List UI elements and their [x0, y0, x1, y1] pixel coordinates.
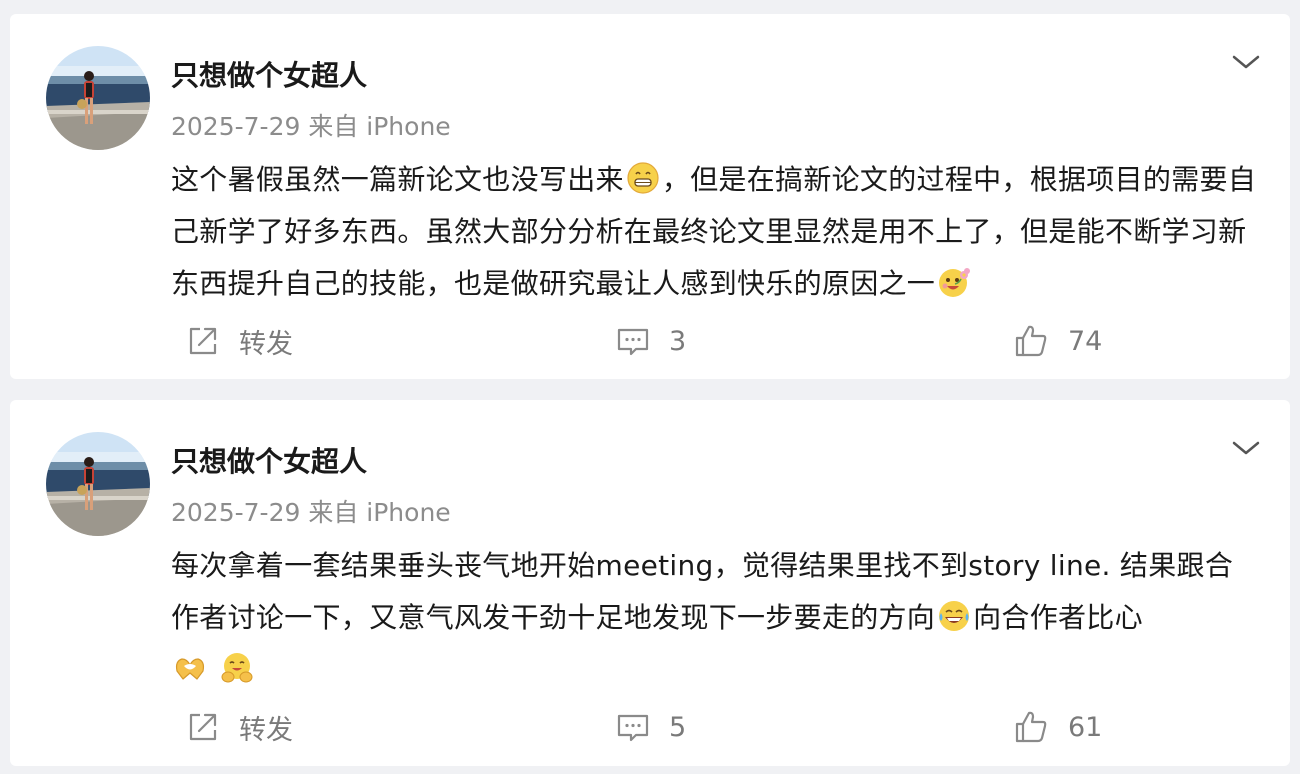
- avatar[interactable]: [46, 432, 150, 536]
- like-button[interactable]: 61: [1012, 705, 1102, 749]
- like-count: 61: [1068, 711, 1103, 743]
- hug-emoji: [221, 653, 253, 683]
- comment-count: 5: [669, 711, 687, 743]
- post-card: 只想做个女超人 2025-7-29 来自 iPhone 这个暑假虽然一篇新论文也…: [10, 14, 1290, 379]
- thumbs-up-icon: [1015, 711, 1047, 743]
- thumbs-up-icon: [1015, 325, 1047, 357]
- action-bar: 转发 5 61: [10, 705, 1290, 755]
- like-count: 74: [1068, 325, 1103, 357]
- tears-of-joy-emoji: [939, 601, 970, 631]
- post-card: 只想做个女超人 2025-7-29 来自 iPhone 每次拿着一套结果垂头丧气…: [10, 400, 1290, 766]
- avatar-photo: [46, 46, 150, 150]
- comment-button[interactable]: 3: [615, 319, 686, 363]
- username[interactable]: 只想做个女超人: [171, 440, 367, 480]
- post-meta: 2025-7-29 来自 iPhone: [171, 498, 451, 527]
- avatar[interactable]: [46, 46, 150, 150]
- username[interactable]: 只想做个女超人: [171, 54, 367, 94]
- avatar-photo: [46, 432, 150, 536]
- chevron-down-icon[interactable]: [1230, 46, 1262, 78]
- post-meta: 2025-7-29 来自 iPhone: [171, 112, 451, 141]
- post-text-part: 这个暑假虽然一篇新论文也没写出来: [171, 163, 624, 196]
- comment-button[interactable]: 5: [615, 705, 686, 749]
- repost-button[interactable]: 转发: [185, 705, 293, 749]
- post-text-part: [209, 653, 218, 686]
- comment-count: 3: [669, 325, 687, 357]
- comment-icon: [617, 328, 649, 356]
- happy-flower-emoji: [939, 268, 971, 297]
- comment-icon: [617, 714, 649, 742]
- post-text: 这个暑假虽然一篇新论文也没写出来 ，但是在搞新论文的过程中，根据项目的需要自己新…: [171, 154, 1261, 310]
- repost-label: 转发: [239, 328, 293, 360]
- post-text-part: 向合作者比心: [973, 601, 1143, 634]
- repost-button[interactable]: 转发: [185, 319, 293, 363]
- grin-sweat-emoji: [627, 162, 659, 194]
- share-icon: [189, 327, 217, 355]
- repost-label: 转发: [239, 714, 293, 746]
- share-icon: [189, 713, 217, 741]
- action-bar: 转发 3 74: [10, 319, 1290, 369]
- post-text: 每次拿着一套结果垂头丧气地开始meeting，觉得结果里找不到story lin…: [171, 540, 1261, 696]
- heart-hands-emoji: [175, 658, 205, 680]
- like-button[interactable]: 74: [1012, 319, 1102, 363]
- chevron-down-icon[interactable]: [1230, 432, 1262, 464]
